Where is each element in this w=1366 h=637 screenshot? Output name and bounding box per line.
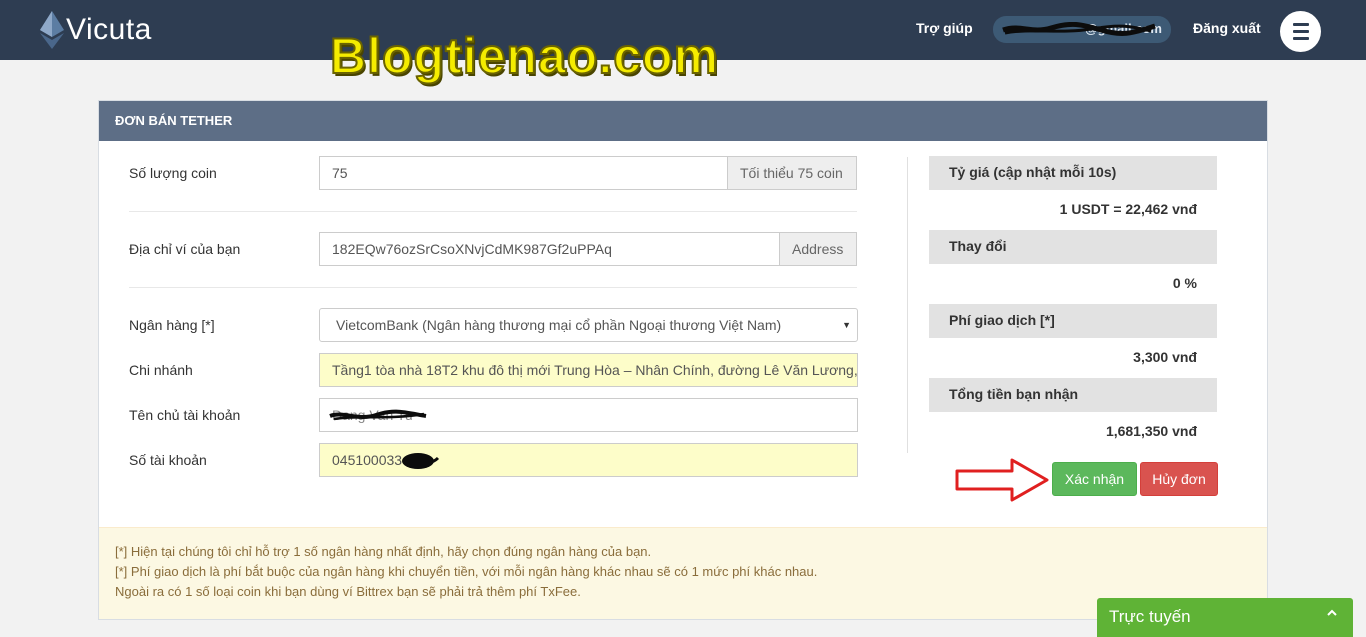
panel-title: ĐƠN BÁN TETHER [99, 101, 1267, 141]
total-header: Tổng tiền bạn nhận [929, 378, 1217, 412]
arrow-right-icon [955, 458, 1049, 502]
confirm-button[interactable]: Xác nhận [1052, 462, 1137, 496]
coin-amount-label: Số lượng coin [129, 165, 217, 181]
coin-amount-addon: Tối thiểu 75 coin [727, 156, 857, 190]
account-holder-label: Tên chủ tài khoản [129, 407, 241, 423]
notice-line: [*] Phí giao dịch là phí bắt buộc của ng… [115, 564, 818, 579]
notice-box: [*] Hiện tại chúng tôi chỉ hỗ trợ 1 số n… [99, 527, 1267, 619]
nav-help-link[interactable]: Trợ giúp [916, 20, 973, 36]
redaction-scribble [402, 453, 440, 469]
bank-select-value: VietcomBank (Ngân hàng thương mại cổ phầ… [336, 317, 782, 333]
fee-header: Phí giao dịch [*] [929, 304, 1217, 338]
brand-logo[interactable]: Vicuta [40, 10, 152, 50]
account-number-input[interactable]: 045100033 [319, 443, 858, 477]
total-value: 1,681,350 vnđ [1105, 423, 1197, 439]
change-value: 0 % [1172, 275, 1197, 291]
sell-order-panel: ĐƠN BÁN TETHER Số lượng coin 75 Tối thiể… [98, 100, 1268, 620]
rate-header: Tỷ giá (cập nhật mỗi 10s) [929, 156, 1217, 190]
divider [129, 287, 857, 288]
watermark-text: Blogtienao.com [329, 27, 720, 85]
hamburger-icon[interactable] [1280, 11, 1321, 52]
column-divider [907, 157, 908, 453]
redaction-scribble [1002, 22, 1156, 36]
nav-logout-link[interactable]: Đăng xuất [1193, 20, 1261, 36]
notice-line: [*] Hiện tại chúng tôi chỉ hỗ trợ 1 số n… [115, 544, 652, 559]
cancel-order-button[interactable]: Hủy đơn [1140, 462, 1218, 496]
live-chat-label: Trực tuyến [1109, 607, 1191, 626]
account-holder-input[interactable]: Dang Van Tu [319, 398, 858, 432]
wallet-address-label: Địa chỉ ví của bạn [129, 241, 241, 257]
redaction-scribble [329, 409, 427, 421]
coin-amount-input[interactable]: 75 [319, 156, 728, 190]
ethereum-logo-icon [40, 11, 64, 49]
bank-label: Ngân hàng [*] [129, 317, 215, 333]
chevron-up-icon[interactable] [1327, 608, 1337, 618]
user-email-badge[interactable]: @gmail.com [993, 16, 1171, 43]
wallet-address-input[interactable]: 182EQw76ozSrCsoXNvjCdMK987Gf2uPPAq [319, 232, 780, 266]
live-chat-tab[interactable]: Trực tuyến [1097, 598, 1353, 637]
branch-input[interactable]: Tầng1 tòa nhà 18T2 khu đô thị mới Trung … [319, 353, 858, 387]
notice-line: Ngoài ra có 1 số loại coin khi bạn dùng … [115, 584, 581, 599]
branch-label: Chi nhánh [129, 362, 193, 378]
wallet-address-addon: Address [779, 232, 857, 266]
divider [129, 211, 857, 212]
account-number-label: Số tài khoản [129, 452, 207, 468]
caret-down-icon: ▼ [842, 320, 851, 330]
rate-value: 1 USDT = 22,462 vnđ [1059, 201, 1197, 217]
fee-value: 3,300 vnđ [1133, 349, 1197, 365]
change-header: Thay đổi [929, 230, 1217, 264]
account-number-value: 045100033 [332, 452, 403, 468]
brand-name: Vicuta [66, 13, 152, 46]
bank-select[interactable]: VietcomBank (Ngân hàng thương mại cổ phầ… [319, 308, 858, 342]
